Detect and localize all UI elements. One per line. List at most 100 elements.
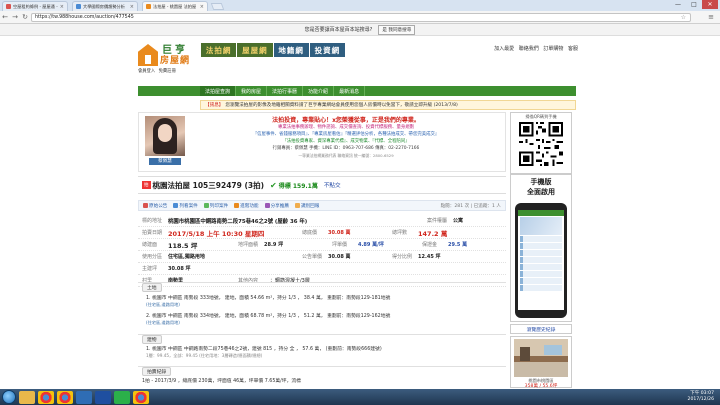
section-history: 拍賣紀錄: [138, 366, 506, 376]
browser-tab[interactable]: 大學國際房價趨勢分析 ×: [72, 1, 138, 11]
toolbar-label: 分享推薦: [270, 203, 289, 209]
banner-block[interactable]: 地籍網: [273, 43, 309, 57]
track-button[interactable]: 列看案件: [173, 203, 198, 209]
history-item: 1拍 - 2017/3/9 ，總底價 230萬，坪面值 46萬，坪單價 7.65…: [142, 379, 301, 384]
main-nav: 法拍屋查詢 我的房屋 法拍行事曆 功能介紹 最新消息: [200, 86, 576, 96]
maximize-button[interactable]: □: [686, 0, 702, 9]
view-count: 點閱：281 次 | 已追蹤：1 人: [440, 203, 501, 209]
browser-tab[interactable]: 空屋租約條例 - 屋屋通 - ×: [2, 1, 68, 11]
detail-row: 拍賣日期 2017/5/18 上午 10:30 星期四 總底價 30.08 萬 …: [138, 227, 506, 239]
nav-item-features[interactable]: 功能介紹: [303, 86, 335, 96]
listing-title-bar: 拍 桃園法拍屋 105三92479 (3拍) ✔ 得標 159.1萬 不點交: [138, 176, 506, 194]
app-title-1: 手機版: [530, 177, 552, 186]
detail-label: 使用分區: [142, 254, 163, 260]
chrome-icon[interactable]: [57, 390, 73, 404]
nav-item-auction-search[interactable]: 法拍屋查詢: [200, 86, 237, 96]
banner-block[interactable]: 法拍網: [201, 43, 237, 57]
original-notice-button[interactable]: 原始公告: [143, 203, 167, 209]
word-icon[interactable]: [95, 390, 111, 404]
browser-menu-icon[interactable]: ≡: [708, 13, 714, 21]
brand-banner: 法拍網 屋屋網 地籍網 投資網: [201, 43, 346, 57]
chrome-icon[interactable]: [38, 390, 54, 404]
section-building-label[interactable]: 建物: [142, 335, 162, 344]
register-link[interactable]: 免費註冊: [159, 69, 176, 74]
detail-label: 得分比例: [392, 254, 413, 260]
detail-label: 坪單價: [332, 242, 348, 248]
intro-line: 專業法拍事務辦理、物件諮詢、成交價查詢、投資代標服務、量身規劃: [277, 125, 415, 130]
share-button[interactable]: 分享推薦: [264, 203, 289, 209]
tab-close-icon[interactable]: ×: [58, 4, 64, 10]
back-icon[interactable]: ←: [0, 13, 10, 21]
banner-block[interactable]: 投資網: [309, 43, 345, 57]
line-icon[interactable]: [114, 390, 130, 404]
notice-bar: 您是否要讓百本屋百本站搜尋? 是 我同意搜尋: [0, 24, 720, 36]
notice-accept-button[interactable]: 是 我同意搜尋: [378, 24, 416, 35]
clock-date: 2017/12/26: [687, 397, 714, 402]
bookmark-star-icon[interactable]: ☆: [681, 14, 686, 21]
notice-text: 您是否要讓百本屋百本站搜尋?: [304, 27, 373, 33]
start-button[interactable]: [2, 390, 16, 404]
section-history-label[interactable]: 拍賣紀錄: [142, 367, 172, 376]
nav-item-my-house[interactable]: 我的房屋: [236, 86, 268, 96]
tab-close-icon[interactable]: ×: [128, 4, 134, 10]
folder-icon[interactable]: [19, 390, 35, 404]
login-link[interactable]: 會員登入: [138, 69, 155, 74]
land-item: 2. 桃園市 中鋼區 南勢段 334地號， 建地，面積 68.78 m²，持分 …: [146, 314, 506, 326]
browser-tab-active[interactable]: 法拍屋 - 桃園屋 法拍屋 ×: [142, 1, 208, 11]
property-photo: [514, 339, 568, 377]
listing-tag: 拍: [142, 181, 151, 189]
mobile-app-promo[interactable]: 手機版 全面啟用: [510, 174, 572, 322]
detail-label: 地坪面積: [238, 242, 259, 248]
favicon-icon: [6, 4, 11, 9]
gear-icon: [234, 203, 240, 208]
agent-name: 蔡佩慧: [149, 158, 181, 165]
intro-line: 一專業法拍網業務代表 聯絡資訊 統一編號：2800-6529: [298, 153, 394, 158]
section-land-label[interactable]: 土地: [142, 283, 162, 292]
listing-status: 得標 159.1萬: [278, 182, 318, 190]
contact-link[interactable]: 聯絡我們: [519, 46, 539, 52]
auction-date-value: 2017/5/18 上午 10:30 星期四: [168, 229, 265, 238]
deposit-value: 29.5 萬: [448, 242, 468, 248]
report-button[interactable]: 識別回報: [294, 203, 319, 209]
reload-icon[interactable]: ↻: [20, 13, 30, 21]
app-title-2: 全面啟用: [527, 187, 555, 196]
system-clock[interactable]: 下午 03:07 2017/12/26: [688, 391, 714, 403]
address-bar-row: ← → ↻ https://tw.988house.com/auction/47…: [0, 11, 720, 24]
unit-price-value: 4.89 萬/坪: [358, 242, 384, 248]
favicon-icon: [76, 4, 81, 9]
agent-profile-card: 蔡佩慧 法拍投資，專業貼心！x您榮獲從事，正是我們的專業。 專業法拍事務辦理、物…: [138, 112, 506, 172]
detail-label: 標的地址: [142, 218, 163, 224]
service-link[interactable]: 客服: [568, 46, 578, 52]
url-input[interactable]: https://tw.988house.com/auction/477545 ☆: [31, 13, 691, 22]
chrome-icon[interactable]: [133, 390, 149, 404]
detail-label: 總建面: [142, 242, 158, 248]
detail-row: 總建面 118.5 坪 地坪面積 28.9 坪 坪單價 4.89 萬/坪 保證金…: [138, 239, 506, 251]
new-tab-button[interactable]: [210, 3, 225, 10]
detail-label: 拍賣日期: [142, 230, 163, 236]
land-item-sub: (住宅區,道路用地): [146, 302, 180, 307]
browse-history-button[interactable]: 瀏覽歷史紀錄: [510, 324, 572, 334]
media-icon[interactable]: [76, 390, 92, 404]
ticker-text[interactable]: 您瀏覽法拍屋的影像及地籍相關資料請了巨亨專業網站會員使用您個人房價時以免當下，敬…: [225, 102, 457, 108]
windows-taskbar: 下午 03:07 2017/12/26: [0, 389, 720, 405]
favorite-link[interactable]: 加入最愛: [494, 46, 514, 52]
zoning-value: 住宅區,獨路用地: [168, 254, 205, 260]
nav-left-spacer: [138, 86, 200, 96]
tab-close-icon[interactable]: ×: [198, 4, 204, 10]
intro-line: 法拍投資，專業貼心！x您榮獲從事，正是我們的專業。: [272, 117, 420, 124]
nav-item-calendar[interactable]: 法拍行事曆: [267, 86, 304, 96]
print-button[interactable]: 列印案件: [203, 203, 228, 209]
banner-block[interactable]: 屋屋網: [237, 43, 273, 57]
close-window-button[interactable]: ✕: [702, 0, 718, 9]
land-item: 1. 桃園市 中鋼區 南勢段 333地號， 建地，面積 54.66 m²，持分 …: [146, 296, 506, 308]
check-icon: ✔: [270, 180, 277, 190]
minimize-button[interactable]: —: [670, 0, 686, 9]
forward-icon[interactable]: →: [10, 13, 20, 21]
nav-item-news[interactable]: 最新消息: [334, 86, 366, 96]
advanced-button[interactable]: 進階功能: [234, 203, 259, 209]
recent-property-card[interactable]: 桃園市桃園區 358萬 / 55.6坪: [510, 336, 572, 389]
site-header: 巨亨 房屋網 會員登入 免費註冊 法拍網 屋屋網 地籍網 投資網 加入最愛 聯絡…: [138, 39, 578, 83]
detail-label: 案件權屬: [427, 218, 448, 224]
bid-value: 12.45 坪: [418, 254, 441, 260]
order-link[interactable]: 訂單購物: [543, 46, 563, 52]
